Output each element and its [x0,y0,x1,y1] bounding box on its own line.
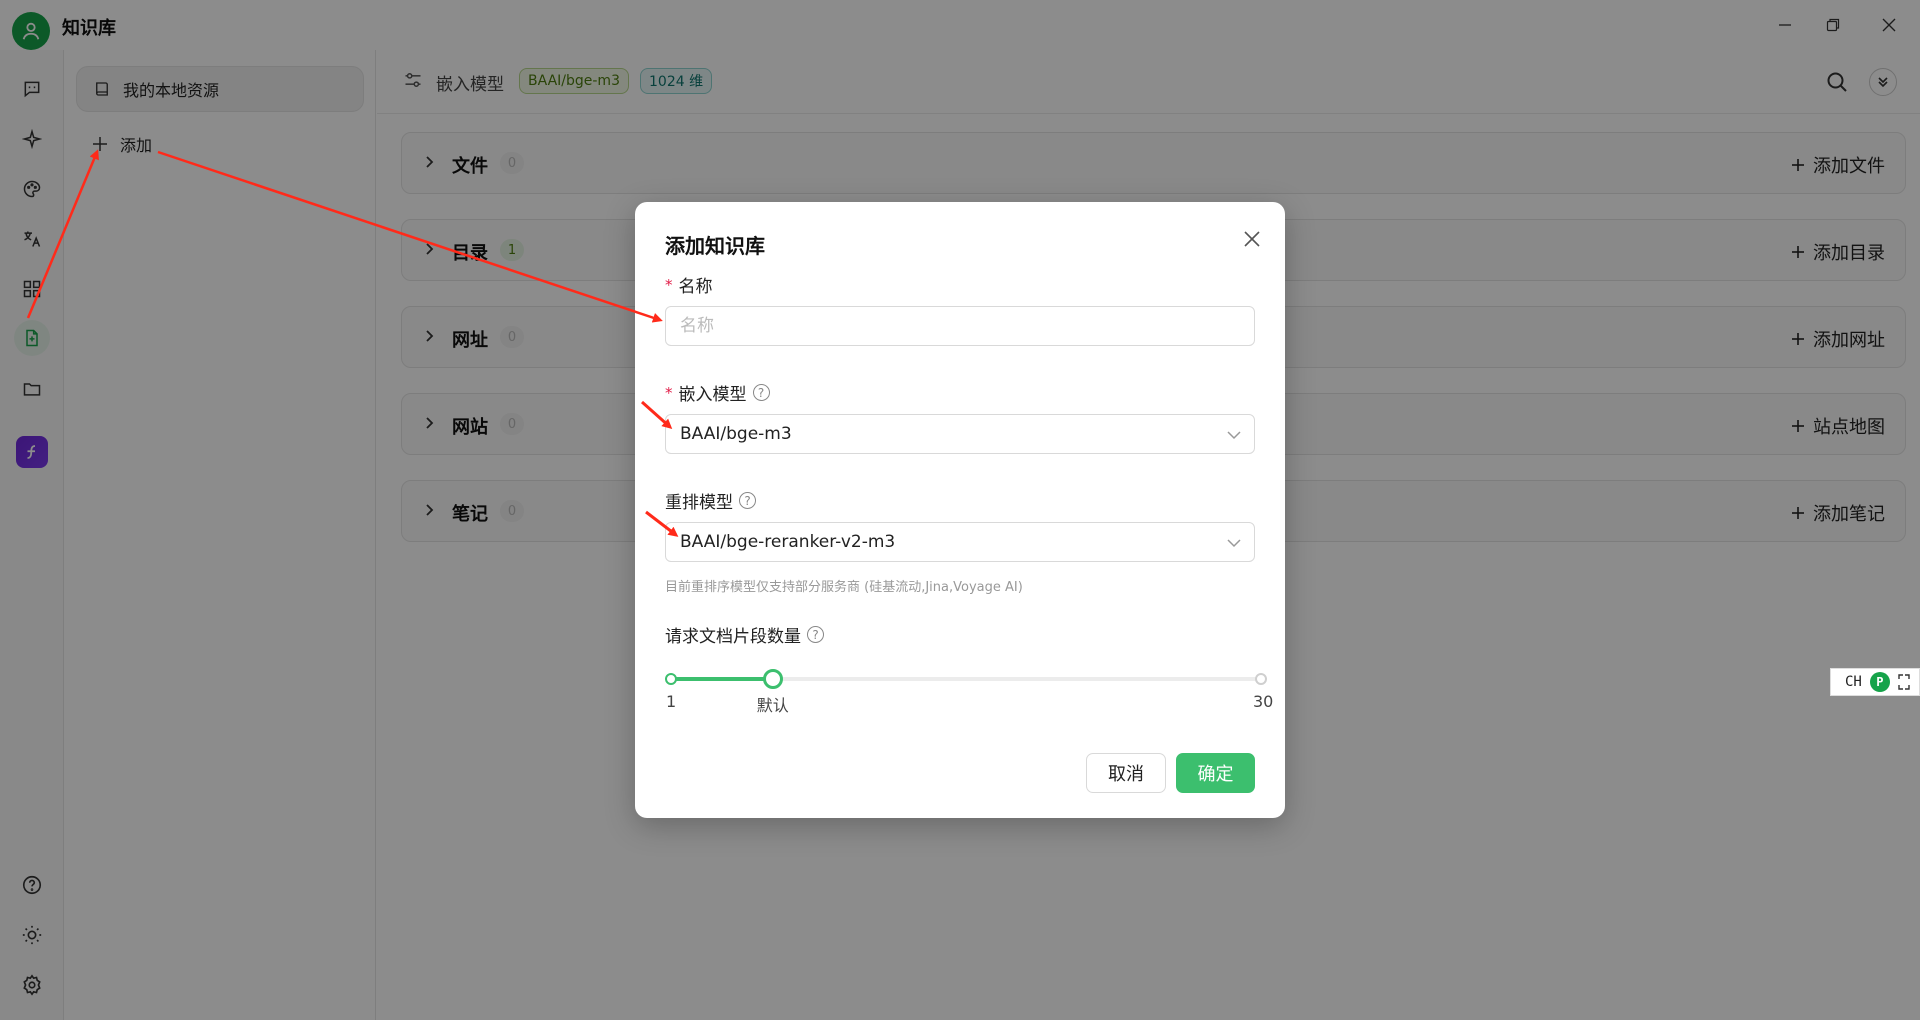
required-marker: * [665,383,673,402]
name-label: 名称 [678,277,713,297]
slider-max-label: 30 [1253,692,1274,711]
rerank-model-select[interactable]: BAAI/bge-reranker-v2-m3 [665,522,1255,562]
rerank-hint: 目前重排序模型仅支持部分服务商 (硅基流动,Jina,Voyage AI) [665,580,1023,595]
slider-end-dot [1255,673,1267,685]
rerank-model-label: 重排模型 [665,493,733,513]
embed-label-row: * 嵌入模型 ? [665,380,770,405]
name-field[interactable] [665,306,1255,346]
slider-fill [671,677,773,681]
help-icon[interactable]: ? [752,384,770,401]
rerank-model-value: BAAI/bge-reranker-v2-m3 [680,532,896,552]
confirm-button[interactable]: 确定 [1176,753,1255,793]
chunks-label: 请求文档片段数量 [665,627,801,647]
ime-label: CH [1845,674,1862,690]
name-input[interactable] [680,316,1240,336]
add-knowledge-base-dialog: 添加知识库 * 名称 * 嵌入模型 ? BAAI/bge-m3 重排模型 ? B… [635,202,1285,818]
close-icon [1244,231,1260,247]
chevron-down-icon [1227,431,1241,440]
fullscreen-icon [1898,674,1910,690]
slider-default-label: 默认 [756,696,789,715]
slider-handle[interactable] [762,669,783,689]
slider-start-dot [665,673,677,685]
chunks-label-row: 请求文档片段数量 ? [665,622,824,647]
ime-logo-icon: P [1869,672,1890,692]
help-icon[interactable]: ? [807,626,824,643]
embed-model-select[interactable]: BAAI/bge-m3 [665,414,1255,454]
required-marker: * [665,275,673,294]
dialog-title: 添加知识库 [665,234,765,258]
ime-indicator[interactable]: CH P [1830,668,1920,696]
name-label-row: * 名称 [665,272,713,298]
help-icon[interactable]: ? [739,492,756,509]
embed-model-value: BAAI/bge-m3 [680,424,792,444]
cancel-button[interactable]: 取消 [1086,753,1166,793]
dialog-close-button[interactable] [1239,226,1265,252]
slider-min-label: 1 [666,692,677,711]
rerank-label-row: 重排模型 ? [665,488,756,513]
embed-model-label: 嵌入模型 [678,385,747,405]
chevron-down-icon [1227,539,1241,548]
chunks-slider[interactable] [665,669,1267,689]
